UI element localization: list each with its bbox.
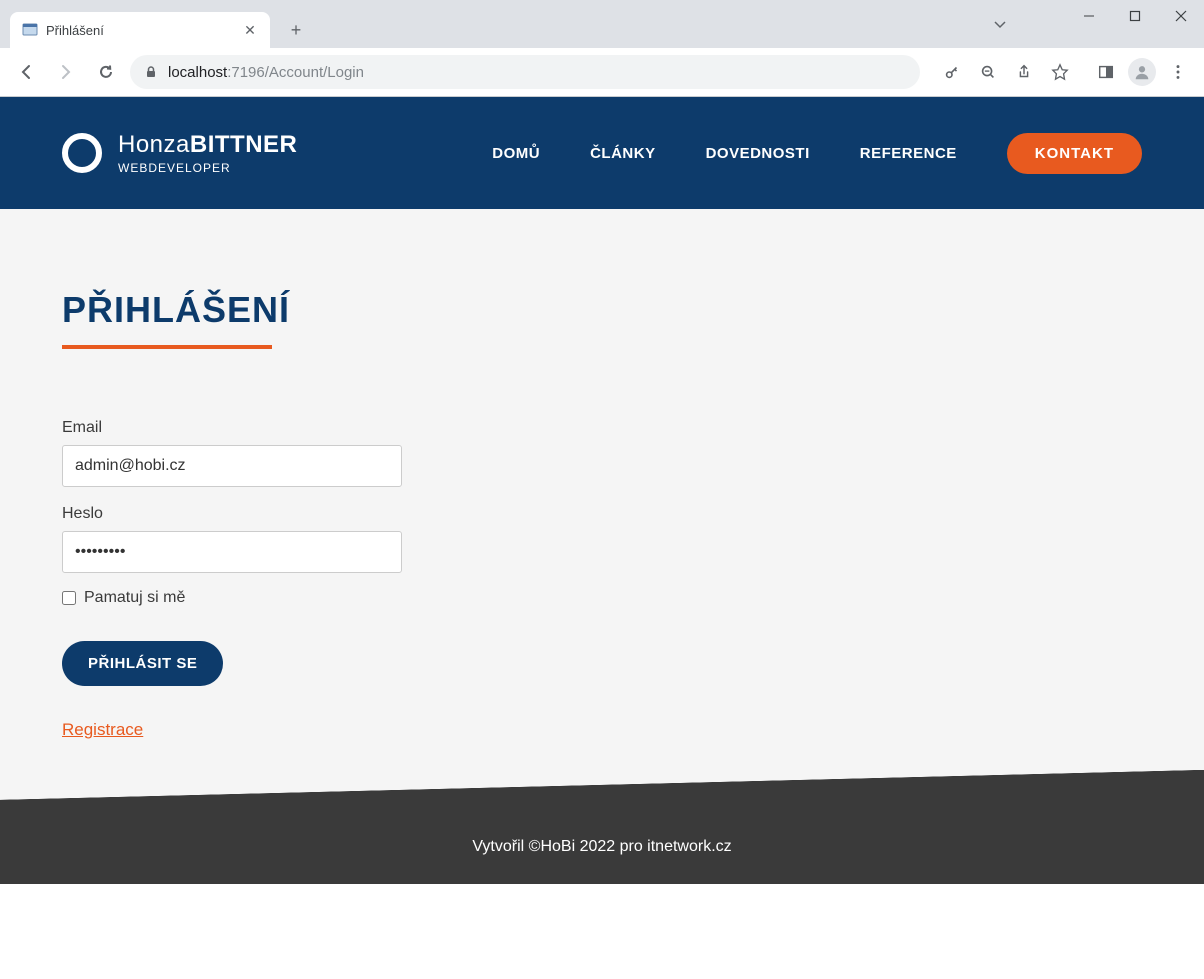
nav-link-references[interactable]: REFERENCE [860, 145, 957, 162]
bookmark-star-icon[interactable] [1044, 56, 1076, 88]
title-underline [62, 345, 272, 349]
site-logo[interactable]: HonzaBITTNER WEBDEVELOPER [62, 131, 297, 175]
logo-circle-icon [62, 133, 102, 173]
nav-back-button[interactable] [10, 56, 42, 88]
main-content: PŘIHLÁŠENÍ Email Heslo Pamatuj si mě PŘI… [42, 209, 1162, 800]
password-field[interactable] [62, 531, 402, 573]
browser-tab[interactable]: Přihlášení ✕ [10, 12, 270, 48]
nav-link-skills[interactable]: DOVEDNOSTI [706, 145, 810, 162]
new-tab-button[interactable]: + [282, 16, 310, 44]
footer-text: Vytvořil ©HoBi 2022 pro itnetwork.cz [472, 838, 731, 855]
browser-chrome: Přihlášení ✕ + localhost:7196/Account/Lo… [0, 0, 1204, 97]
window-minimize-button[interactable] [1066, 0, 1112, 32]
remember-label: Pamatuj si mě [84, 589, 185, 607]
nav-reload-button[interactable] [90, 56, 122, 88]
tab-favicon-icon [22, 22, 38, 38]
zoom-icon[interactable] [972, 56, 1004, 88]
lock-icon [144, 65, 158, 79]
page-body: HonzaBITTNER WEBDEVELOPER DOMŮ ČLÁNKY DO… [0, 97, 1204, 884]
email-field[interactable] [62, 445, 402, 487]
login-submit-button[interactable]: PŘIHLÁSIT SE [62, 641, 223, 686]
browser-menu-icon[interactable] [1162, 56, 1194, 88]
browser-address-bar: localhost:7196/Account/Login [0, 48, 1204, 96]
window-controls [1066, 0, 1204, 40]
logo-text: HonzaBITTNER WEBDEVELOPER [118, 131, 297, 175]
tab-title: Přihlášení [46, 23, 234, 38]
avatar-icon [1128, 58, 1156, 86]
tab-close-icon[interactable]: ✕ [242, 22, 258, 38]
main-nav: DOMŮ ČLÁNKY DOVEDNOSTI REFERENCE KONTAKT [492, 133, 1142, 174]
profile-button[interactable] [1126, 56, 1158, 88]
remember-checkbox[interactable] [62, 591, 76, 605]
nav-cta-contact[interactable]: KONTAKT [1007, 133, 1142, 174]
nav-link-home[interactable]: DOMŮ [492, 145, 540, 162]
login-form: Email Heslo Pamatuj si mě PŘIHLÁSIT SE R… [62, 419, 402, 740]
password-label: Heslo [62, 505, 402, 523]
url-text: localhost:7196/Account/Login [168, 64, 364, 81]
nav-link-articles[interactable]: ČLÁNKY [590, 145, 656, 162]
url-field[interactable]: localhost:7196/Account/Login [130, 55, 920, 89]
window-maximize-button[interactable] [1112, 0, 1158, 32]
site-header: HonzaBITTNER WEBDEVELOPER DOMŮ ČLÁNKY DO… [0, 97, 1204, 209]
browser-titlebar: Přihlášení ✕ + [0, 0, 1204, 48]
email-label: Email [62, 419, 402, 437]
site-footer: Vytvořil ©HoBi 2022 pro itnetwork.cz [0, 800, 1204, 884]
share-icon[interactable] [1008, 56, 1040, 88]
tabs-dropdown-icon[interactable] [986, 10, 1014, 38]
window-close-button[interactable] [1158, 0, 1204, 32]
page-title: PŘIHLÁŠENÍ [62, 289, 1142, 331]
register-link[interactable]: Registrace [62, 720, 143, 740]
address-bar-actions [936, 56, 1194, 88]
nav-forward-button [50, 56, 82, 88]
side-panel-icon[interactable] [1090, 56, 1122, 88]
key-icon[interactable] [936, 56, 968, 88]
